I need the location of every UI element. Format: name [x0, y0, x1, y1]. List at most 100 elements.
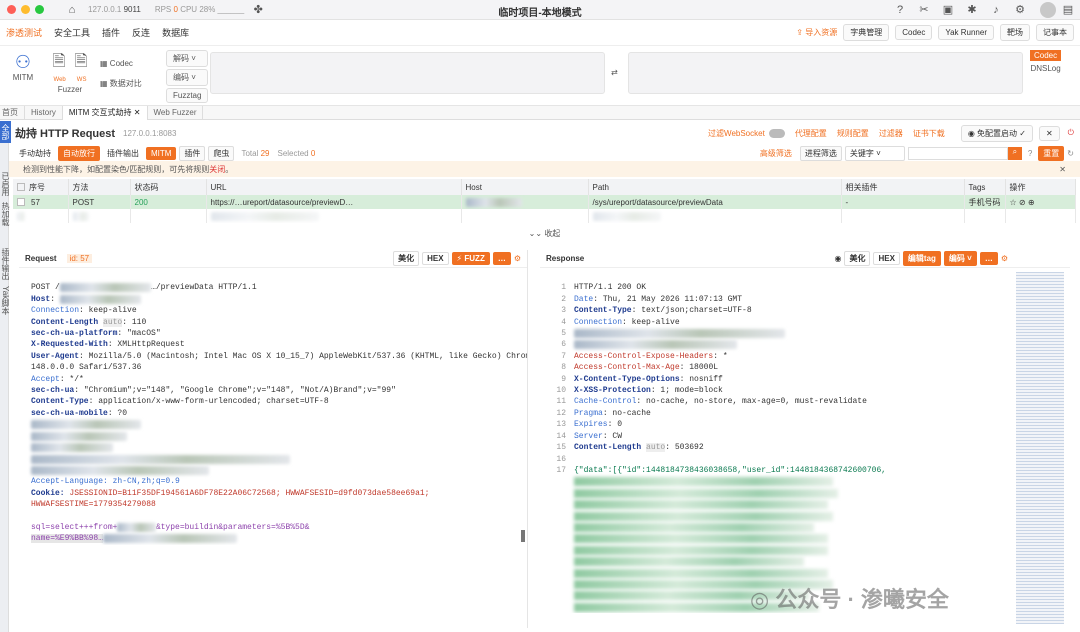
- tools-icon[interactable]: ✂: [918, 4, 930, 16]
- filter-link[interactable]: 过滤器: [879, 128, 903, 139]
- yak-runner-button[interactable]: Yak Runner: [938, 25, 994, 40]
- terminal-icon[interactable]: ▣: [942, 4, 954, 16]
- process-filter-button[interactable]: 进程筛选: [799, 145, 842, 161]
- menu-security-tools[interactable]: 安全工具: [54, 26, 102, 39]
- network-icon: ⚇: [14, 52, 32, 72]
- search-input[interactable]: [907, 146, 1008, 160]
- settings-icon[interactable]: ⚙: [514, 254, 521, 263]
- maximize-window-button[interactable]: [35, 5, 44, 14]
- codec-output-box[interactable]: [628, 52, 1023, 94]
- rule-config-link[interactable]: 规则配置: [837, 128, 869, 139]
- advanced-filter-link[interactable]: 高级筛选: [760, 148, 792, 159]
- plugin-output-button[interactable]: 插件输出: [103, 147, 143, 160]
- fuzz-button[interactable]: ⚡ FUZZ: [451, 252, 490, 265]
- more-button[interactable]: …: [492, 252, 511, 265]
- filter-crawler[interactable]: 爬虫: [208, 145, 235, 161]
- edit-tag-button[interactable]: 编辑tag: [902, 251, 941, 266]
- mitm-header: 劫持 HTTP Request 127.0.0.1:8083 过滤WebSock…: [9, 121, 1080, 145]
- minimize-window-button[interactable]: [21, 5, 30, 14]
- menu-database[interactable]: 数据库: [162, 26, 201, 39]
- notes-button[interactable]: 记事本: [1036, 24, 1074, 41]
- beautify-button[interactable]: 美化: [844, 251, 871, 266]
- col-method[interactable]: 方法: [68, 179, 131, 195]
- engine-icon[interactable]: ✤: [252, 4, 264, 16]
- compare-tool[interactable]: ▦ 数据对比: [100, 74, 142, 94]
- tab-web-fuzzer[interactable]: Web Fuzzer: [148, 106, 204, 119]
- proxy-config-link[interactable]: 代理配置: [795, 128, 827, 139]
- menu-reverse[interactable]: 反连: [132, 26, 162, 39]
- websocket-toggle[interactable]: [768, 128, 785, 138]
- col-plugin[interactable]: 相关插件: [841, 179, 965, 195]
- open-icon[interactable]: ⊕: [1028, 198, 1035, 207]
- bug-icon[interactable]: ✱: [966, 4, 978, 16]
- power-icon[interactable]: ⏻: [1068, 128, 1074, 138]
- codec-input-box[interactable]: [210, 52, 605, 94]
- close-mitm-button[interactable]: ✕: [1038, 125, 1060, 141]
- filter-mitm[interactable]: MITM: [146, 146, 177, 160]
- plugin-sidebar: 全部 已启用 热加载 插件输出 Yak脚本: [0, 121, 11, 632]
- menu-pentest[interactable]: 渗透测试: [6, 26, 54, 39]
- swap-icon[interactable]: ⇄: [611, 68, 618, 77]
- bell-icon[interactable]: ♪: [990, 4, 1002, 16]
- menu-plugins[interactable]: 插件: [102, 26, 132, 39]
- col-status[interactable]: 状态码: [130, 179, 207, 195]
- fuzzer-tool[interactable]: 🗎 🗎 Web WS Fuzzer: [48, 50, 92, 94]
- target-range-button[interactable]: 靶场: [1000, 24, 1030, 41]
- fuzztag-button[interactable]: Fuzztag: [166, 88, 209, 103]
- col-tags[interactable]: Tags: [964, 179, 1006, 195]
- tab-home[interactable]: 首页: [0, 105, 25, 120]
- filter-plugin[interactable]: 插件: [179, 145, 206, 161]
- dict-manager-button[interactable]: 字典管理: [843, 24, 890, 41]
- settings-icon[interactable]: ⚙: [1001, 254, 1008, 263]
- free-config-start-button[interactable]: ◉ 免配置启动 ✓: [960, 124, 1033, 142]
- websocket-filter-label: 过滤WebSocket: [708, 128, 765, 138]
- sidebar-toggle-icon[interactable]: ▤: [1062, 4, 1074, 16]
- hex-button[interactable]: HEX: [873, 252, 900, 265]
- notice-close-link[interactable]: 关闭: [209, 164, 225, 175]
- table-row[interactable]: xxxxxxxxxxxxxxxxxxxxxxxxxxxxxxxxxxxxxxxx…: [13, 209, 1076, 223]
- request-scrollbar[interactable]: [521, 530, 525, 542]
- response-minimap[interactable]: [1016, 272, 1064, 624]
- help-icon[interactable]: ?: [894, 4, 906, 16]
- decode-dropdown[interactable]: 解码 ˅: [166, 50, 209, 67]
- more-button[interactable]: …: [979, 252, 998, 265]
- col-url[interactable]: URL: [206, 179, 462, 195]
- request-panel: Request id: 57 美化 HEX ⚡ FUZZ … ⚙ POST /x…: [19, 250, 528, 628]
- codec-tool[interactable]: ▦ Codec: [100, 54, 142, 74]
- close-window-button[interactable]: [7, 5, 16, 14]
- codec-button[interactable]: Codec: [895, 25, 933, 40]
- hex-button[interactable]: HEX: [422, 252, 449, 265]
- dnslog-tab[interactable]: DNSLog: [1030, 64, 1061, 73]
- chrome-icon[interactable]: ◉: [834, 254, 841, 263]
- collapse-toggle[interactable]: ⌄⌄ 收起: [9, 228, 1080, 239]
- avatar[interactable]: [1040, 1, 1056, 18]
- reset-button[interactable]: 重置: [1038, 145, 1065, 161]
- row-tags: 手机号码: [964, 195, 1006, 209]
- cert-download-link[interactable]: 证书下载: [913, 128, 945, 139]
- auto-release-button[interactable]: 自动放行: [58, 145, 100, 161]
- beautify-button[interactable]: 美化: [393, 251, 420, 266]
- search-icon[interactable]: ⌕: [1007, 146, 1022, 160]
- star-icon[interactable]: ☆: [1010, 198, 1017, 207]
- refresh-icon[interactable]: ↻: [1067, 149, 1074, 158]
- manual-hijack[interactable]: 手动劫持: [15, 147, 55, 160]
- close-icon[interactable]: ✕: [1059, 165, 1066, 174]
- tab-history[interactable]: History: [25, 106, 63, 119]
- keyword-select[interactable]: 关键字 ˅: [844, 145, 905, 161]
- col-id[interactable]: 序号: [13, 179, 69, 195]
- import-resource-button[interactable]: ⇪ 导入资源: [796, 27, 837, 38]
- tab-mitm[interactable]: MITM 交互式劫持 ✕: [62, 105, 148, 120]
- help-icon[interactable]: ?: [1028, 149, 1032, 158]
- col-path[interactable]: Path: [588, 179, 842, 195]
- codec-tab[interactable]: Codec: [1030, 50, 1062, 61]
- request-editor[interactable]: POST /xxxxxxxxxxxxxxxxxxx…/previewData H…: [19, 268, 527, 545]
- response-editor[interactable]: 1 HTTP/1.1 200 OK 2 Date: Thu, 21 May 2026 …: [540, 268, 1070, 613]
- home-icon[interactable]: ⌂: [66, 4, 78, 16]
- mitm-tool[interactable]: ⚇ MITM: [8, 52, 38, 82]
- gear-icon[interactable]: ⚙: [1014, 4, 1026, 16]
- table-row[interactable]: 57 POST 200 https://…ureport/datasource/…: [13, 195, 1076, 209]
- col-host[interactable]: Host: [461, 179, 589, 195]
- encode-dropdown[interactable]: 编码 ˅: [943, 251, 977, 266]
- share-icon[interactable]: ⊘: [1019, 198, 1026, 207]
- encode-dropdown[interactable]: 编码 ˅: [166, 69, 209, 86]
